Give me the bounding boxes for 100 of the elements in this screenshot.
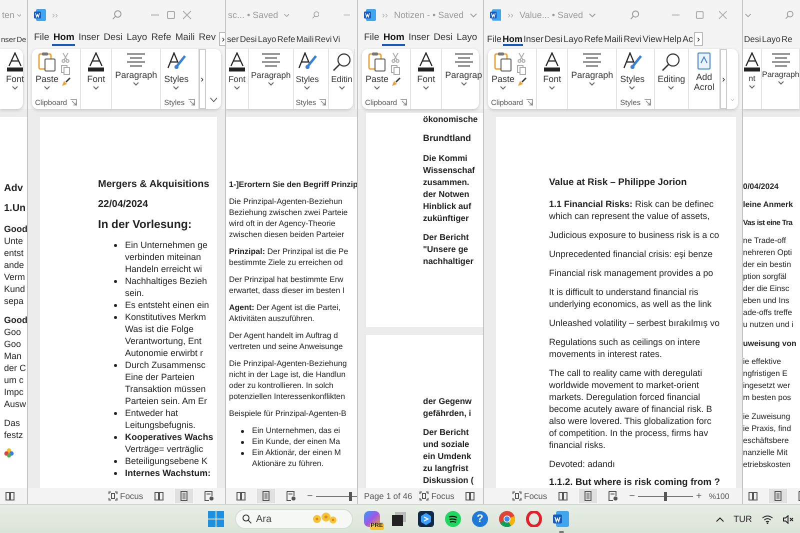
- collapse-ribbon-icon[interactable]: [210, 97, 217, 103]
- search-bar[interactable]: Ara: [235, 509, 353, 529]
- ribbon-tab[interactable]: Re: [781, 34, 792, 46]
- editing-button[interactable]: Editin: [331, 52, 352, 90]
- font-button[interactable]: Font: [84, 52, 108, 90]
- ribbon-tab[interactable]: Refe: [277, 34, 296, 46]
- font-button[interactable]: Font: [228, 52, 246, 90]
- focus-button[interactable]: Focus: [512, 491, 548, 501]
- focus-button[interactable]: Focus: [419, 491, 454, 501]
- ribbon-tab[interactable]: ser: [227, 34, 239, 46]
- paragraph-button[interactable]: Paragraph: [762, 52, 800, 85]
- ribbon-tab[interactable]: Hom: [382, 32, 406, 46]
- ribbon-tab[interactable]: Hom: [502, 34, 523, 46]
- word-app-icon[interactable]: [490, 9, 502, 21]
- music-app-icon[interactable]: [445, 511, 461, 527]
- word-app-icon[interactable]: [34, 9, 46, 21]
- zoom-in-button[interactable]: +: [696, 490, 702, 502]
- ribbon-tab[interactable]: Layo: [762, 34, 780, 46]
- font-button[interactable]: Font: [540, 52, 564, 90]
- scroll-tabs-button[interactable]: ›: [694, 32, 704, 46]
- app-icon[interactable]: [418, 511, 434, 527]
- chevron-down-icon[interactable]: [589, 12, 596, 18]
- launcher-icon[interactable]: [526, 99, 534, 106]
- start-icon[interactable]: [208, 511, 224, 527]
- word-app-icon[interactable]: [553, 511, 569, 527]
- ribbon-tab[interactable]: Inser: [407, 32, 431, 46]
- ribbon-tab[interactable]: Desi: [240, 34, 257, 46]
- ribbon-tab[interactable]: Layo: [258, 34, 276, 46]
- brush-icon[interactable]: [517, 77, 527, 87]
- ribbon-tab[interactable]: Desi: [432, 32, 454, 46]
- paragraph-button[interactable]: Paragraph: [115, 52, 158, 86]
- launcher-icon[interactable]: [70, 99, 78, 106]
- language-indicator[interactable]: TUR: [734, 514, 752, 524]
- page-count[interactable]: Page 1 of 46: [364, 491, 412, 501]
- browser-icon[interactable]: [526, 511, 542, 527]
- help-icon[interactable]: ?: [472, 511, 488, 527]
- ribbon-tab[interactable]: Revi: [624, 34, 642, 46]
- styles-button[interactable]: Styles: [296, 52, 319, 90]
- wifi-icon[interactable]: [762, 514, 773, 524]
- ribbon-tab[interactable]: Layo: [564, 34, 584, 46]
- ribbon-tab[interactable]: Layo: [456, 32, 478, 46]
- ribbon-tab[interactable]: File: [33, 32, 50, 46]
- search-input[interactable]: Ara: [256, 514, 308, 524]
- brush-icon[interactable]: [61, 77, 71, 87]
- paste-button[interactable]: Paste: [491, 52, 515, 90]
- zoom-out-button[interactable]: −: [629, 490, 635, 502]
- search-icon[interactable]: [312, 10, 320, 20]
- ribbon-tab[interactable]: Desi: [744, 34, 762, 46]
- launcher-icon[interactable]: [188, 99, 195, 106]
- word-app-icon[interactable]: [364, 9, 376, 21]
- paragraph-button[interactable]: Paragraph: [571, 52, 614, 86]
- paste-button[interactable]: Paste: [35, 52, 59, 90]
- speaker-muted-icon[interactable]: [783, 514, 794, 524]
- paragraph-button[interactable]: Paragraph: [251, 52, 291, 86]
- ribbon-tab[interactable]: Desi: [544, 34, 563, 46]
- print-layout-button[interactable]: [769, 489, 787, 503]
- ribbon-tab[interactable]: Vi: [332, 34, 340, 46]
- print-layout-button[interactable]: [257, 489, 275, 503]
- ribbon-tab[interactable]: Help: [662, 34, 682, 46]
- print-layout-button[interactable]: [579, 489, 598, 503]
- launcher-icon[interactable]: [400, 99, 408, 106]
- ribbon-tab[interactable]: Ac: [682, 34, 694, 46]
- chevron-down-icon[interactable]: [745, 12, 752, 18]
- ribbon-tab[interactable]: Maili: [604, 34, 623, 46]
- ribbon-tab[interactable]: View: [642, 34, 662, 46]
- ribbon-tab[interactable]: Inser: [524, 34, 544, 46]
- ribbon-tab[interactable]: Desi: [102, 32, 124, 46]
- launcher-icon[interactable]: [644, 99, 651, 106]
- search-icon[interactable]: [785, 10, 794, 20]
- zoom-out-button[interactable]: −: [307, 490, 313, 502]
- ribbon-tab[interactable]: Maili: [174, 32, 196, 46]
- zoom-slider-thumb[interactable]: [664, 492, 667, 500]
- scroll-tabs-button[interactable]: ›: [218, 32, 225, 46]
- chevron-up-icon[interactable]: [716, 516, 724, 522]
- more-ribbon-button[interactable]: ›: [720, 49, 728, 109]
- ribbon-tab[interactable]: Refe: [584, 34, 604, 46]
- window-stack-icon[interactable]: [391, 511, 407, 527]
- chevron-down-icon[interactable]: [16, 12, 21, 18]
- styles-button[interactable]: Styles: [620, 52, 645, 90]
- styles-button[interactable]: Styles: [164, 52, 189, 90]
- zoom-slider-thumb[interactable]: [349, 492, 352, 500]
- ribbon-tab[interactable]: Revi: [314, 34, 332, 46]
- print-layout-button[interactable]: [175, 489, 194, 503]
- launcher-icon[interactable]: [319, 99, 326, 106]
- paste-button[interactable]: Paste: [365, 52, 389, 90]
- focus-button[interactable]: Focus: [108, 491, 144, 501]
- editing-button[interactable]: Editing: [658, 52, 686, 90]
- ribbon-tab[interactable]: Refe: [150, 32, 172, 46]
- brush-icon[interactable]: [391, 77, 401, 87]
- font-button[interactable]: Font: [414, 52, 438, 90]
- paragraph-button[interactable]: Paragrap: [445, 52, 482, 86]
- ribbon-tab[interactable]: Layo: [126, 32, 148, 46]
- ribbon-tab[interactable]: Inser: [77, 32, 101, 46]
- zoom-level[interactable]: %100: [708, 492, 730, 500]
- ribbon-tab[interactable]: Hom: [52, 32, 76, 46]
- font-button[interactable]: nt: [743, 52, 761, 89]
- browser-icon[interactable]: [499, 511, 515, 527]
- add-in-button[interactable]: Add Acrol: [692, 52, 716, 92]
- ribbon-tab[interactable]: Maili: [296, 34, 314, 46]
- ribbon-tab[interactable]: File: [363, 32, 380, 46]
